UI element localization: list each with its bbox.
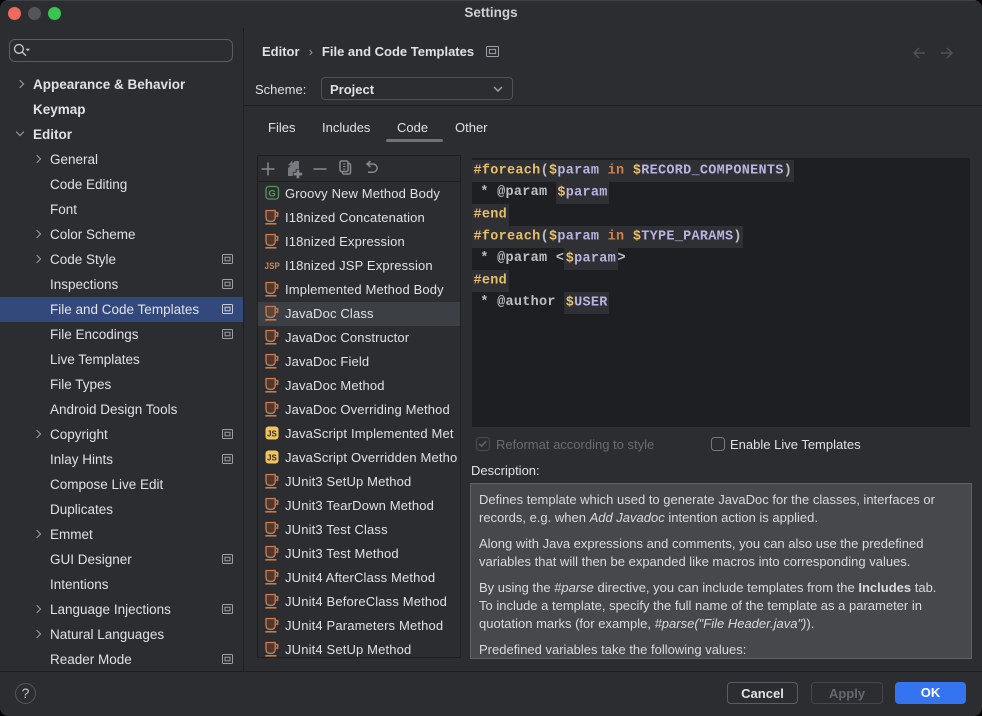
svg-text:G: G — [268, 188, 276, 199]
svg-text:JSP: JSP — [265, 261, 281, 272]
svg-text:JS: JS — [267, 454, 278, 463]
svg-text:JS: JS — [267, 430, 278, 439]
